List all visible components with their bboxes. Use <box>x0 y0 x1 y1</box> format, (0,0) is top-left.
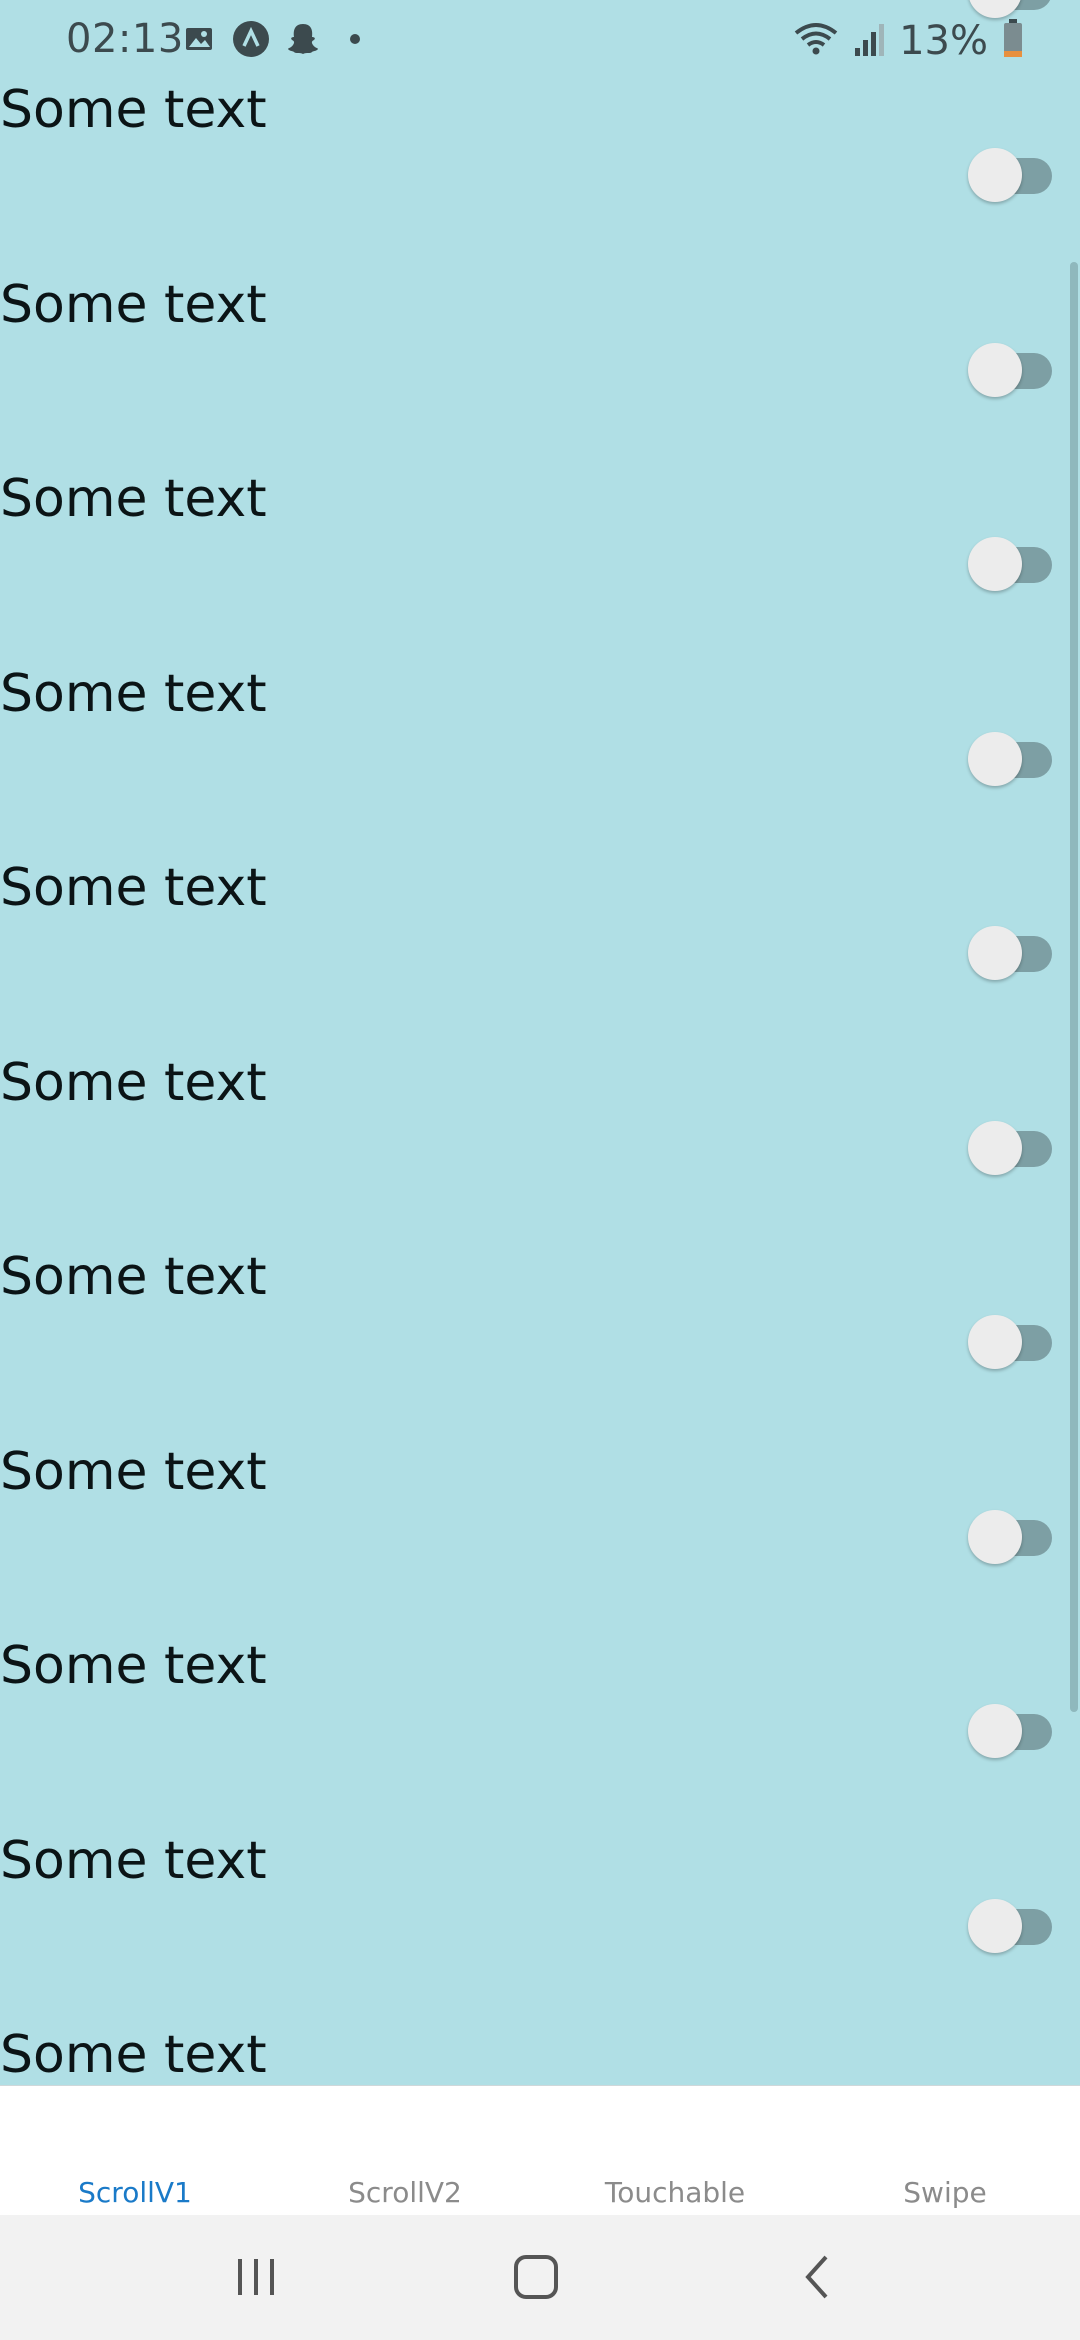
app-a-icon <box>232 20 270 58</box>
list-item: Some text <box>0 473 1080 668</box>
tab-scrollv1[interactable]: ScrollV1 <box>0 2176 270 2209</box>
tab-touchable[interactable]: Touchable <box>540 2176 810 2209</box>
list-item: Some text <box>0 279 1080 474</box>
home-icon[interactable] <box>504 2245 568 2309</box>
toggle-switch[interactable] <box>968 1510 1052 1564</box>
status-bar: 02:13 13% <box>0 0 1080 84</box>
scroll-list[interactable]: Some text Some text Some text Some text … <box>0 0 1080 2085</box>
wifi-icon <box>793 21 839 61</box>
list-item: Some text <box>0 1640 1080 1835</box>
toggle-switch[interactable] <box>968 926 1052 980</box>
recents-icon[interactable] <box>224 2245 288 2309</box>
tab-scrollv2[interactable]: ScrollV2 <box>270 2176 540 2209</box>
status-left-icons <box>180 20 374 58</box>
toggle-switch[interactable] <box>968 537 1052 591</box>
snapchat-icon <box>284 20 322 58</box>
list-item: Some text <box>0 862 1080 1057</box>
toggle-switch[interactable] <box>968 1121 1052 1175</box>
row-label: Some text <box>0 2025 267 2085</box>
signal-icon <box>853 22 885 60</box>
row-label: Some text <box>0 1636 267 1696</box>
toggle-switch[interactable] <box>968 1315 1052 1369</box>
bottom-tab-bar: ScrollV1 ScrollV2 Touchable Swipe <box>0 2085 1080 2216</box>
list-item: Some text <box>0 1446 1080 1641</box>
list-item: Some text <box>0 668 1080 863</box>
toggle-switch[interactable] <box>968 1704 1052 1758</box>
toggle-switch[interactable] <box>968 1899 1052 1953</box>
row-label: Some text <box>0 469 267 529</box>
toggle-switch[interactable] <box>968 732 1052 786</box>
gallery-icon <box>180 20 218 58</box>
row-label: Some text <box>0 1247 267 1307</box>
status-right-icons: 13% <box>793 18 1024 64</box>
list-item: Some text <box>0 2029 1080 2085</box>
tab-swipe[interactable]: Swipe <box>810 2176 1080 2209</box>
list-item: Some text <box>0 1057 1080 1252</box>
row-label: Some text <box>0 1442 267 1502</box>
toggle-switch[interactable] <box>968 148 1052 202</box>
toggle-switch[interactable] <box>968 343 1052 397</box>
back-icon[interactable] <box>786 2245 850 2309</box>
list-item: Some text <box>0 84 1080 279</box>
row-label: Some text <box>0 858 267 918</box>
row-label: Some text <box>0 275 267 335</box>
row-label: Some text <box>0 1053 267 1113</box>
list-item: Some text <box>0 1251 1080 1446</box>
scrollbar[interactable] <box>1070 262 1078 1712</box>
system-nav-bar <box>0 2215 1080 2340</box>
row-label: Some text <box>0 664 267 724</box>
dot-icon <box>336 20 374 58</box>
battery-icon <box>1002 19 1024 63</box>
row-label: Some text <box>0 1831 267 1891</box>
status-time: 02:13 <box>66 16 184 62</box>
row-label: Some text <box>0 80 267 140</box>
list-item: Some text <box>0 1835 1080 2030</box>
battery-percent: 13% <box>899 18 988 64</box>
